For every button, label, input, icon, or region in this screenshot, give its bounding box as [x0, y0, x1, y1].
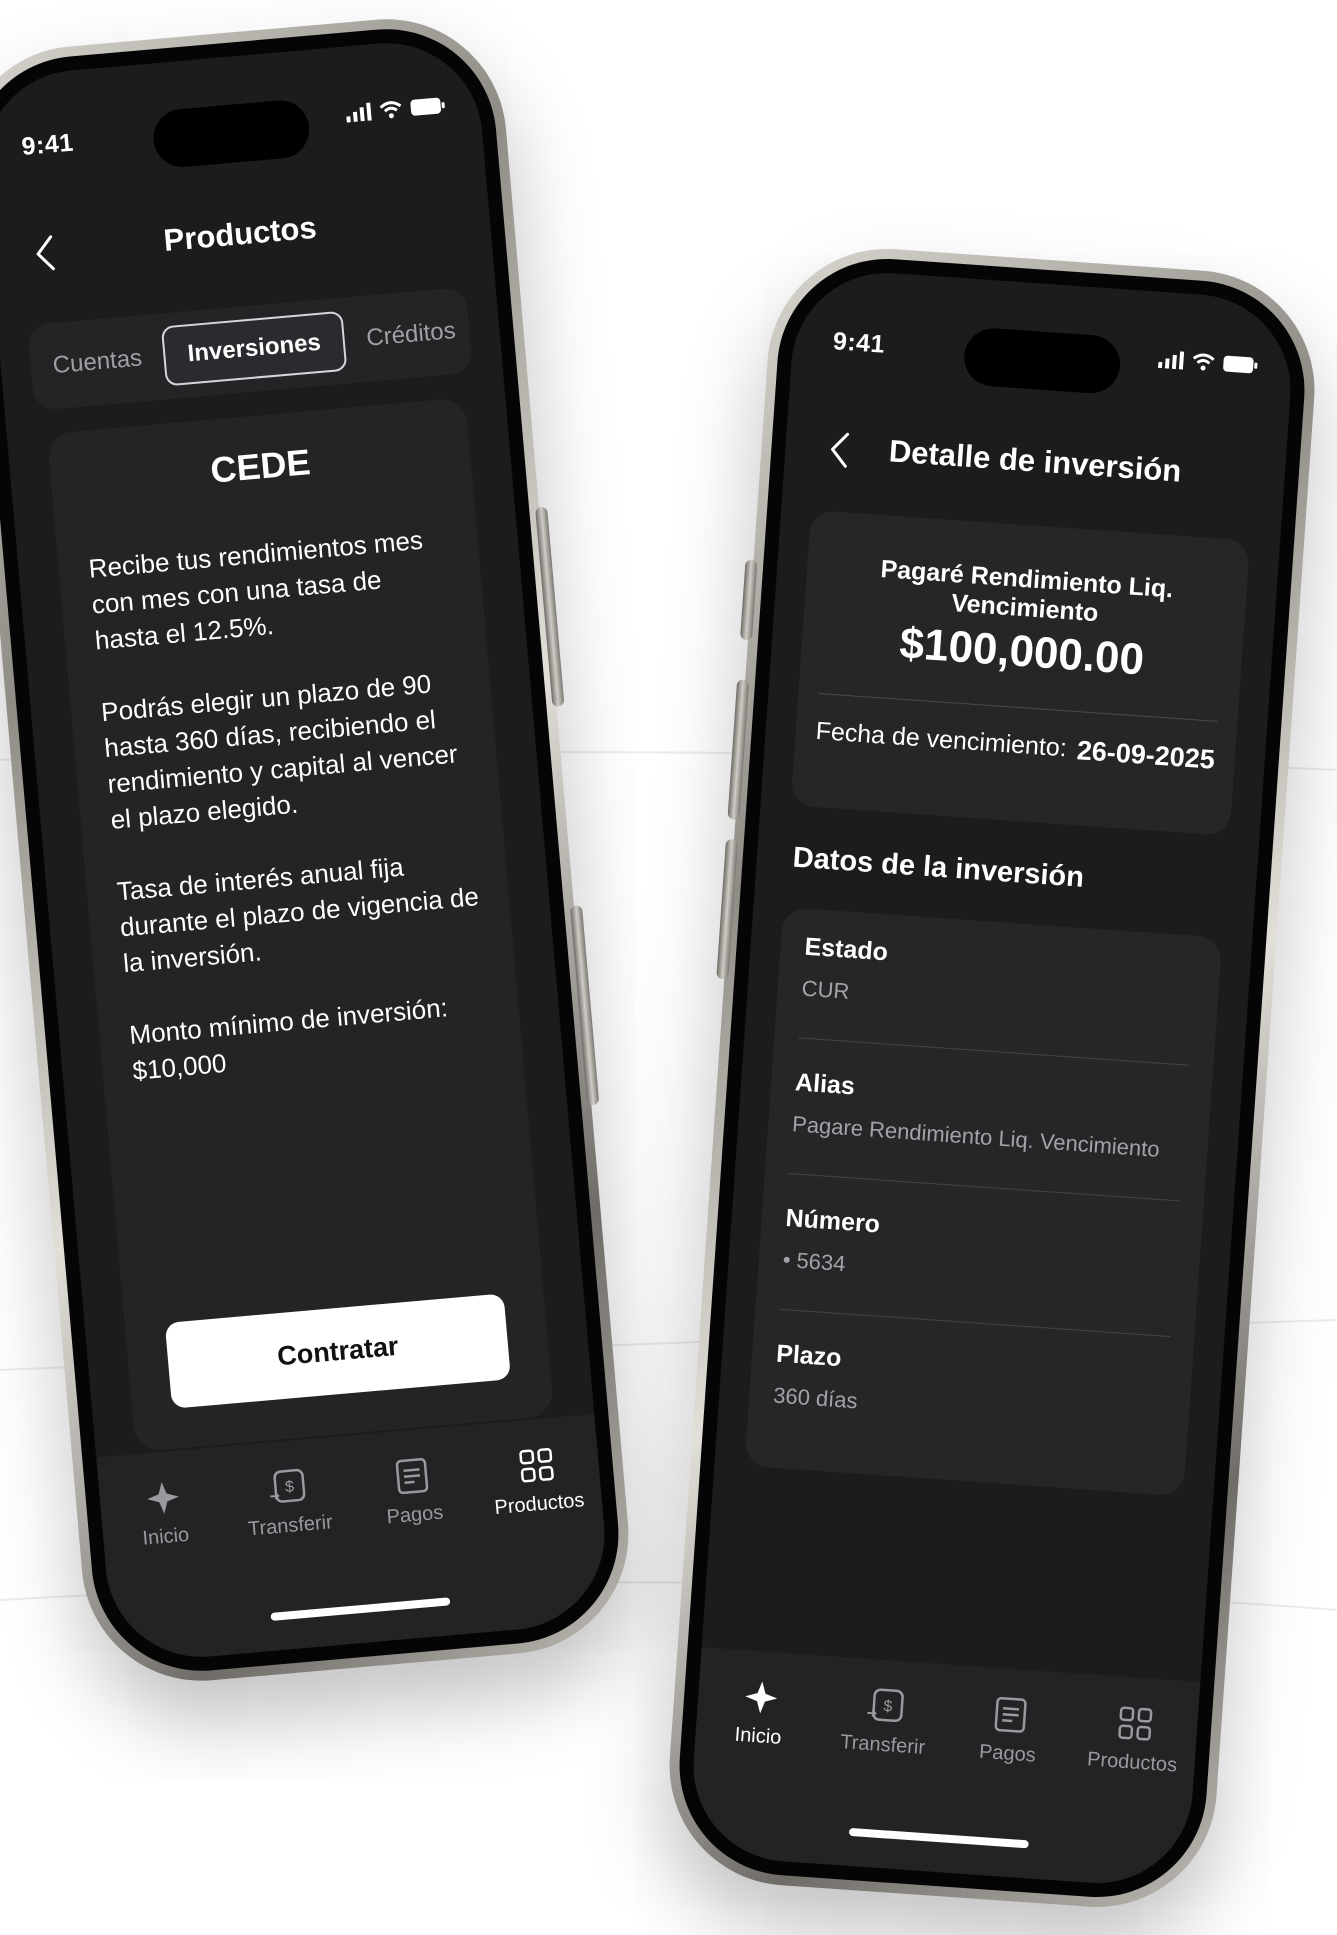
- description-paragraph: Monto mínimo de inversión: $10,000: [128, 992, 449, 1086]
- detail-row-plazo: Plazo 360 días: [770, 1316, 1170, 1473]
- investment-details-list: Estado CUR Alias Pagare Rendimiento Liq.…: [744, 907, 1223, 1497]
- grid-icon: [1117, 1706, 1152, 1741]
- page-title: Detalle de inversión: [887, 433, 1183, 489]
- tab-label: Inicio: [141, 1523, 191, 1550]
- tab-label: Pagos: [978, 1740, 1037, 1767]
- detail-row-estado: Estado CUR: [798, 909, 1198, 1066]
- divider: [818, 692, 1218, 722]
- tab-label: Productos: [1086, 1748, 1178, 1777]
- tab-inversiones[interactable]: Inversiones: [161, 310, 348, 387]
- product-description: Recibe tus rendimientos mes con mes con …: [87, 520, 496, 1125]
- transfer-icon: $: [269, 1468, 305, 1503]
- dynamic-island: [151, 98, 312, 170]
- tab-transferir[interactable]: $ Transferir: [827, 1684, 942, 1761]
- status-icons: [1157, 350, 1259, 375]
- battery-icon: [410, 97, 445, 116]
- contratar-button[interactable]: Contratar: [164, 1293, 511, 1409]
- status-time: 9:41: [20, 128, 75, 162]
- receipt-icon: [994, 1696, 1027, 1733]
- status-time: 9:41: [832, 327, 886, 359]
- maturity-date: 26-09-2025: [1075, 735, 1216, 775]
- tab-pagos[interactable]: Pagos: [952, 1693, 1067, 1770]
- tab-label: Pagos: [385, 1501, 445, 1529]
- investment-summary-card: Pagaré Rendimiento Liq. Vencimiento $100…: [790, 510, 1251, 836]
- home-indicator[interactable]: [848, 1827, 1029, 1849]
- home-star-icon: [146, 1481, 179, 1514]
- description-paragraph: Recibe tus rendimientos mes con mes con …: [87, 524, 425, 656]
- tab-label: Inicio: [733, 1723, 783, 1749]
- status-bar: 9:41: [0, 83, 481, 170]
- right-screen: 9:41 Detalle de inversión Pagaré Rendimi…: [687, 266, 1297, 1890]
- signal-icon: [346, 102, 372, 123]
- receipt-icon: [395, 1458, 428, 1495]
- tab-pagos[interactable]: Pagos: [355, 1453, 471, 1531]
- svg-text:$: $: [882, 1698, 892, 1716]
- screen-header: Detalle de inversión: [783, 416, 1286, 511]
- tab-productos[interactable]: Productos: [1076, 1702, 1191, 1779]
- status-bar: 9:41: [792, 314, 1294, 396]
- tab-label: Transferir: [839, 1731, 926, 1759]
- signal-icon: [1157, 351, 1185, 370]
- svg-text:$: $: [284, 1478, 294, 1496]
- home-star-icon: [744, 1681, 777, 1714]
- wifi-icon: [379, 101, 402, 119]
- home-indicator[interactable]: [270, 1597, 451, 1621]
- tab-inicio[interactable]: Inicio: [702, 1676, 817, 1753]
- bezel: 9:41 Detalle de inversión Pagaré Rendimi…: [672, 251, 1312, 1905]
- battery-icon: [1223, 355, 1258, 374]
- detail-row-numero: Número • 5634: [779, 1180, 1179, 1338]
- bottom-tab-bar: Inicio $ Transferir Pagos Productos: [687, 1647, 1201, 1890]
- product-card: CEDE Recibe tus rendimientos mes con mes…: [46, 397, 555, 1453]
- mockup-stage: 9:41 Productos Cuentas Inversiones Crédi…: [0, 0, 1337, 1935]
- maturity-label: Fecha de vencimiento:: [814, 716, 1068, 763]
- grid-icon: [518, 1447, 554, 1483]
- tab-creditos[interactable]: Créditos: [342, 301, 480, 368]
- bottom-tab-bar: Inicio $ Transferir Pagos Productos: [96, 1413, 613, 1665]
- tab-inicio[interactable]: Inicio: [106, 1475, 222, 1553]
- transfer-icon: $: [866, 1688, 904, 1723]
- section-title: Datos de la inversión: [791, 841, 1085, 894]
- product-title: CEDE: [208, 441, 313, 491]
- right-phone: 9:41 Detalle de inversión Pagaré Rendimi…: [661, 240, 1323, 1916]
- tab-label: Productos: [493, 1489, 586, 1519]
- wifi-icon: [1192, 353, 1215, 371]
- page-title: Productos: [162, 209, 318, 258]
- detail-row-alias: Alias Pagare Rendimiento Liq. Vencimient…: [788, 1044, 1189, 1202]
- tab-productos[interactable]: Productos: [480, 1443, 596, 1521]
- tab-transferir[interactable]: $ Transferir: [231, 1464, 347, 1542]
- tab-cuentas[interactable]: Cuentas: [29, 329, 167, 396]
- status-icons: [345, 96, 446, 123]
- description-paragraph: Tasa de interés anual fija durante el pl…: [115, 851, 480, 979]
- product-segmented-control: Cuentas Inversiones Créditos: [27, 286, 474, 411]
- tab-label: Transferir: [247, 1511, 334, 1541]
- description-paragraph: Podrás elegir un plazo de 90 hasta 360 d…: [99, 668, 459, 835]
- screen-header: Productos: [0, 185, 492, 288]
- dynamic-island: [962, 326, 1122, 396]
